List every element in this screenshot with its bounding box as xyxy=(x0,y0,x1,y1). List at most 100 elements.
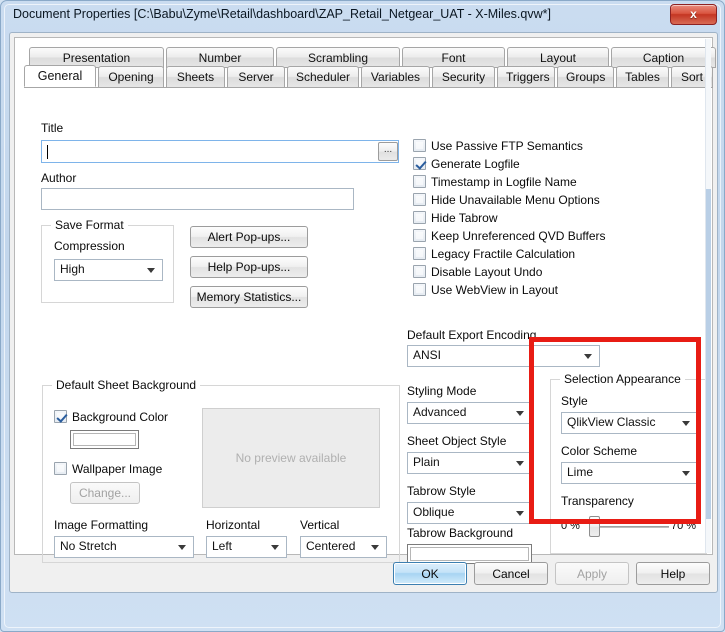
title-input[interactable] xyxy=(41,140,399,163)
checkbox-box-icon xyxy=(54,410,67,423)
text-caret xyxy=(47,145,48,159)
author-label: Author xyxy=(41,171,77,185)
checkbox-hide-unavailable-menu-options[interactable]: Hide Unavailable Menu Options xyxy=(413,193,600,207)
memory-statistics-button[interactable]: Memory Statistics... xyxy=(190,286,308,308)
checkbox-label: Timestamp in Logfile Name xyxy=(431,175,577,189)
title-browse-button[interactable]: ... xyxy=(378,142,398,161)
checkbox-hide-tabrow[interactable]: Hide Tabrow xyxy=(413,211,497,225)
chevron-down-icon xyxy=(682,471,690,476)
tab-server[interactable]: Server xyxy=(227,66,285,88)
ok-button[interactable]: OK xyxy=(393,562,467,585)
author-input[interactable] xyxy=(41,188,354,210)
checkbox-box-icon xyxy=(413,283,426,296)
tab-tables[interactable]: Tables xyxy=(616,66,669,88)
transparency-slider-track[interactable] xyxy=(591,526,669,528)
tab-scheduler[interactable]: Scheduler xyxy=(287,66,359,88)
right-scrollbar[interactable] xyxy=(705,39,711,553)
selection-style-value: QlikView Classic xyxy=(567,415,656,429)
sheet-background-group-label: Default Sheet Background xyxy=(52,378,201,392)
checkbox-legacy-fractile-calculation[interactable]: Legacy Fractile Calculation xyxy=(413,247,575,261)
checkbox-box-icon xyxy=(413,157,426,170)
checkbox-use-passive-ftp-semantics[interactable]: Use Passive FTP Semantics xyxy=(413,139,583,153)
transparency-min-label: 0 % xyxy=(561,520,580,532)
checkbox-label: Legacy Fractile Calculation xyxy=(431,247,576,261)
styling-mode-label: Styling Mode xyxy=(407,384,477,398)
sheet-object-style-value: Plain xyxy=(413,455,440,469)
checkbox-box-icon xyxy=(413,175,426,188)
checkbox-box-icon xyxy=(413,139,426,152)
tab-groups[interactable]: Groups xyxy=(557,66,614,88)
close-icon[interactable]: x xyxy=(670,4,717,25)
selection-appearance-group-label: Selection Appearance xyxy=(560,372,685,386)
checkbox-wallpaper-image[interactable]: Wallpaper Image xyxy=(54,462,162,476)
save-format-group-label: Save Format xyxy=(51,218,128,232)
chevron-down-icon xyxy=(584,354,592,359)
checkbox-box-icon xyxy=(54,462,67,475)
help-button[interactable]: Help xyxy=(636,562,710,585)
tab-caption[interactable]: Caption xyxy=(611,47,716,68)
dialog-footer: OK Cancel Apply Help xyxy=(10,553,717,592)
chevron-down-icon xyxy=(516,461,524,466)
tab-opening[interactable]: Opening xyxy=(98,66,164,88)
tab-triggers[interactable]: Triggers xyxy=(497,66,555,88)
transparency-slider-thumb[interactable] xyxy=(589,516,600,537)
tab-layout[interactable]: Layout xyxy=(507,47,609,68)
checkbox-timestamp-in-logfile-name[interactable]: Timestamp in Logfile Name xyxy=(413,175,577,189)
cancel-button[interactable]: Cancel xyxy=(474,562,548,585)
alert-popups-button[interactable]: Alert Pop-ups... xyxy=(190,226,308,248)
chevron-down-icon xyxy=(178,545,186,550)
selection-style-label: Style xyxy=(561,394,588,408)
tabrow-style-select[interactable]: Oblique xyxy=(407,502,532,524)
selection-appearance-group: Selection Appearance Style QlikView Clas… xyxy=(550,372,707,554)
compression-value: High xyxy=(60,262,85,276)
checkbox-label: Generate Logfile xyxy=(431,157,520,171)
checkbox-disable-layout-undo[interactable]: Disable Layout Undo xyxy=(413,265,542,279)
help-popups-button[interactable]: Help Pop-ups... xyxy=(190,256,308,278)
change-wallpaper-button[interactable]: Change... xyxy=(70,482,140,504)
color-scheme-value: Lime xyxy=(567,465,594,479)
tab-sheets[interactable]: Sheets xyxy=(166,66,225,88)
checkbox-box-icon xyxy=(413,265,426,278)
tab-font[interactable]: Font xyxy=(402,47,505,68)
tab-number[interactable]: Number xyxy=(166,47,274,68)
general-page: Title ... Author Save Format Compression… xyxy=(15,88,712,564)
default-sheet-background-group: Default Sheet Background Background Colo… xyxy=(42,378,400,563)
chevron-down-icon xyxy=(371,545,379,550)
styling-mode-value: Advanced xyxy=(413,405,467,419)
tab-general[interactable]: General xyxy=(24,65,96,87)
background-color-swatch[interactable] xyxy=(70,430,139,449)
styling-mode-select[interactable]: Advanced xyxy=(407,402,532,424)
chevron-down-icon xyxy=(147,268,155,273)
tabrow-style-label: Tabrow Style xyxy=(407,484,476,498)
checkbox-box-icon xyxy=(413,211,426,224)
checkbox-generate-logfile[interactable]: Generate Logfile xyxy=(413,157,520,171)
sheet-object-style-label: Sheet Object Style xyxy=(407,434,507,448)
right-scrollbar-thumb[interactable] xyxy=(706,189,711,519)
checkbox-label: Hide Tabrow xyxy=(431,211,498,225)
export-encoding-select[interactable]: ANSI xyxy=(407,345,600,367)
export-encoding-label: Default Export Encoding xyxy=(407,328,537,342)
checkbox-keep-unreferenced-qvd-buffers[interactable]: Keep Unreferenced QVD Buffers xyxy=(413,229,606,243)
checkbox-use-webview-in-layout[interactable]: Use WebView in Layout xyxy=(413,283,558,297)
selection-style-select[interactable]: QlikView Classic xyxy=(561,412,698,434)
color-scheme-select[interactable]: Lime xyxy=(561,462,698,484)
title-bar[interactable]: Document Properties [C:\Babu\Zyme\Retail… xyxy=(1,1,724,31)
compression-select[interactable]: High xyxy=(54,259,163,281)
tabrow-style-value: Oblique xyxy=(413,505,455,519)
checkbox-label: Hide Unavailable Menu Options xyxy=(431,193,600,207)
window-title: Document Properties [C:\Babu\Zyme\Retail… xyxy=(13,7,551,21)
sheet-object-style-select[interactable]: Plain xyxy=(407,452,532,474)
checkbox-label: Use WebView in Layout xyxy=(431,283,558,297)
vertical-value: Centered xyxy=(306,539,356,553)
transparency-max-label: 70 % xyxy=(671,520,697,532)
tab-scrambling[interactable]: Scrambling xyxy=(276,47,400,68)
tab-variables[interactable]: Variables xyxy=(361,66,430,88)
checkbox-box-icon xyxy=(413,229,426,242)
apply-button[interactable]: Apply xyxy=(555,562,629,585)
document-properties-window: Document Properties [C:\Babu\Zyme\Retail… xyxy=(0,0,725,632)
save-format-group: Save Format Compression High xyxy=(41,218,174,303)
checkbox-background-color[interactable]: Background Color xyxy=(54,410,168,424)
checkbox-label: Wallpaper Image xyxy=(72,462,163,476)
checkbox-label: Keep Unreferenced QVD Buffers xyxy=(431,229,606,243)
tab-security[interactable]: Security xyxy=(432,66,495,88)
